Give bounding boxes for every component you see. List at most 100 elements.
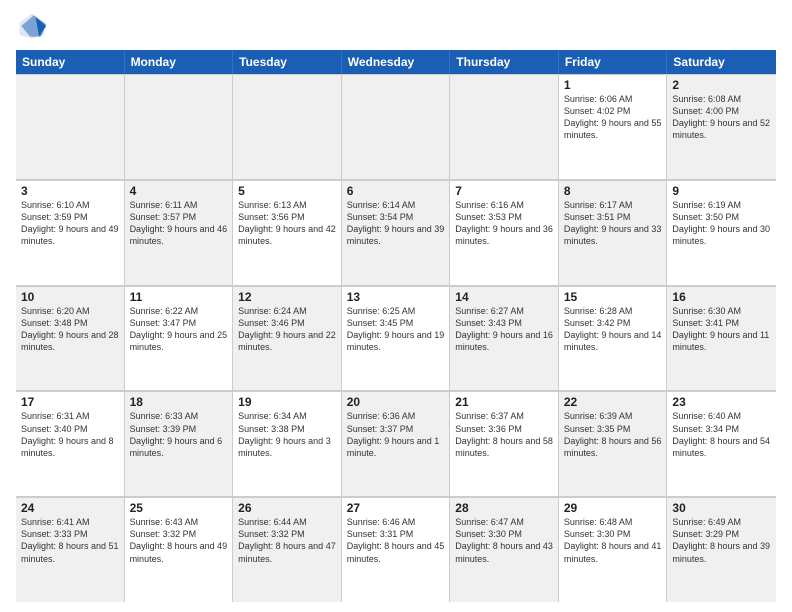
day-number: 1: [564, 78, 662, 92]
week-row-2: 3Sunrise: 6:10 AM Sunset: 3:59 PM Daylig…: [16, 180, 776, 286]
day-info: Sunrise: 6:30 AM Sunset: 3:41 PM Dayligh…: [672, 305, 771, 354]
day-info: Sunrise: 6:39 AM Sunset: 3:35 PM Dayligh…: [564, 410, 662, 459]
day-number: 12: [238, 290, 336, 304]
day-cell-27: 27Sunrise: 6:46 AM Sunset: 3:31 PM Dayli…: [342, 498, 451, 602]
day-info: Sunrise: 6:44 AM Sunset: 3:32 PM Dayligh…: [238, 516, 336, 565]
day-number: 23: [672, 395, 771, 409]
day-number: 18: [130, 395, 228, 409]
day-cell-empty: [125, 75, 234, 179]
day-cell-12: 12Sunrise: 6:24 AM Sunset: 3:46 PM Dayli…: [233, 287, 342, 391]
day-number: 5: [238, 184, 336, 198]
day-cell-19: 19Sunrise: 6:34 AM Sunset: 3:38 PM Dayli…: [233, 392, 342, 496]
day-info: Sunrise: 6:41 AM Sunset: 3:33 PM Dayligh…: [21, 516, 119, 565]
logo-icon: [16, 10, 48, 42]
day-cell-13: 13Sunrise: 6:25 AM Sunset: 3:45 PM Dayli…: [342, 287, 451, 391]
day-header-saturday: Saturday: [667, 50, 776, 74]
day-number: 2: [672, 78, 771, 92]
day-number: 28: [455, 501, 553, 515]
day-number: 25: [130, 501, 228, 515]
calendar-header: SundayMondayTuesdayWednesdayThursdayFrid…: [16, 50, 776, 74]
day-header-monday: Monday: [125, 50, 234, 74]
day-number: 27: [347, 501, 445, 515]
page: SundayMondayTuesdayWednesdayThursdayFrid…: [0, 0, 792, 612]
day-number: 20: [347, 395, 445, 409]
day-cell-26: 26Sunrise: 6:44 AM Sunset: 3:32 PM Dayli…: [233, 498, 342, 602]
day-info: Sunrise: 6:36 AM Sunset: 3:37 PM Dayligh…: [347, 410, 445, 459]
day-number: 22: [564, 395, 662, 409]
day-header-friday: Friday: [559, 50, 668, 74]
week-row-4: 17Sunrise: 6:31 AM Sunset: 3:40 PM Dayli…: [16, 391, 776, 497]
day-info: Sunrise: 6:40 AM Sunset: 3:34 PM Dayligh…: [672, 410, 771, 459]
day-cell-30: 30Sunrise: 6:49 AM Sunset: 3:29 PM Dayli…: [667, 498, 776, 602]
day-info: Sunrise: 6:28 AM Sunset: 3:42 PM Dayligh…: [564, 305, 662, 354]
day-cell-20: 20Sunrise: 6:36 AM Sunset: 3:37 PM Dayli…: [342, 392, 451, 496]
day-cell-10: 10Sunrise: 6:20 AM Sunset: 3:48 PM Dayli…: [16, 287, 125, 391]
day-cell-14: 14Sunrise: 6:27 AM Sunset: 3:43 PM Dayli…: [450, 287, 559, 391]
day-info: Sunrise: 6:27 AM Sunset: 3:43 PM Dayligh…: [455, 305, 553, 354]
day-info: Sunrise: 6:17 AM Sunset: 3:51 PM Dayligh…: [564, 199, 662, 248]
day-number: 3: [21, 184, 119, 198]
day-cell-29: 29Sunrise: 6:48 AM Sunset: 3:30 PM Dayli…: [559, 498, 668, 602]
day-cell-24: 24Sunrise: 6:41 AM Sunset: 3:33 PM Dayli…: [16, 498, 125, 602]
day-cell-17: 17Sunrise: 6:31 AM Sunset: 3:40 PM Dayli…: [16, 392, 125, 496]
day-header-sunday: Sunday: [16, 50, 125, 74]
day-info: Sunrise: 6:08 AM Sunset: 4:00 PM Dayligh…: [672, 93, 771, 142]
logo: [16, 10, 52, 42]
day-cell-3: 3Sunrise: 6:10 AM Sunset: 3:59 PM Daylig…: [16, 181, 125, 285]
day-number: 10: [21, 290, 119, 304]
day-cell-8: 8Sunrise: 6:17 AM Sunset: 3:51 PM Daylig…: [559, 181, 668, 285]
calendar: SundayMondayTuesdayWednesdayThursdayFrid…: [16, 50, 776, 602]
day-number: 11: [130, 290, 228, 304]
day-number: 13: [347, 290, 445, 304]
day-cell-9: 9Sunrise: 6:19 AM Sunset: 3:50 PM Daylig…: [667, 181, 776, 285]
day-number: 6: [347, 184, 445, 198]
day-info: Sunrise: 6:20 AM Sunset: 3:48 PM Dayligh…: [21, 305, 119, 354]
day-number: 21: [455, 395, 553, 409]
day-number: 19: [238, 395, 336, 409]
day-info: Sunrise: 6:16 AM Sunset: 3:53 PM Dayligh…: [455, 199, 553, 248]
day-number: 9: [672, 184, 771, 198]
day-info: Sunrise: 6:10 AM Sunset: 3:59 PM Dayligh…: [21, 199, 119, 248]
day-number: 26: [238, 501, 336, 515]
day-cell-16: 16Sunrise: 6:30 AM Sunset: 3:41 PM Dayli…: [667, 287, 776, 391]
day-cell-empty: [342, 75, 451, 179]
day-info: Sunrise: 6:24 AM Sunset: 3:46 PM Dayligh…: [238, 305, 336, 354]
day-info: Sunrise: 6:34 AM Sunset: 3:38 PM Dayligh…: [238, 410, 336, 459]
day-header-tuesday: Tuesday: [233, 50, 342, 74]
day-cell-25: 25Sunrise: 6:43 AM Sunset: 3:32 PM Dayli…: [125, 498, 234, 602]
day-cell-22: 22Sunrise: 6:39 AM Sunset: 3:35 PM Dayli…: [559, 392, 668, 496]
day-cell-15: 15Sunrise: 6:28 AM Sunset: 3:42 PM Dayli…: [559, 287, 668, 391]
week-row-3: 10Sunrise: 6:20 AM Sunset: 3:48 PM Dayli…: [16, 286, 776, 392]
calendar-body: 1Sunrise: 6:06 AM Sunset: 4:02 PM Daylig…: [16, 74, 776, 602]
day-info: Sunrise: 6:46 AM Sunset: 3:31 PM Dayligh…: [347, 516, 445, 565]
day-header-wednesday: Wednesday: [342, 50, 451, 74]
day-cell-21: 21Sunrise: 6:37 AM Sunset: 3:36 PM Dayli…: [450, 392, 559, 496]
day-cell-empty: [16, 75, 125, 179]
day-number: 15: [564, 290, 662, 304]
day-cell-23: 23Sunrise: 6:40 AM Sunset: 3:34 PM Dayli…: [667, 392, 776, 496]
day-info: Sunrise: 6:13 AM Sunset: 3:56 PM Dayligh…: [238, 199, 336, 248]
day-cell-7: 7Sunrise: 6:16 AM Sunset: 3:53 PM Daylig…: [450, 181, 559, 285]
day-cell-28: 28Sunrise: 6:47 AM Sunset: 3:30 PM Dayli…: [450, 498, 559, 602]
day-info: Sunrise: 6:37 AM Sunset: 3:36 PM Dayligh…: [455, 410, 553, 459]
day-cell-empty: [233, 75, 342, 179]
day-number: 7: [455, 184, 553, 198]
day-info: Sunrise: 6:31 AM Sunset: 3:40 PM Dayligh…: [21, 410, 119, 459]
day-number: 4: [130, 184, 228, 198]
day-info: Sunrise: 6:06 AM Sunset: 4:02 PM Dayligh…: [564, 93, 662, 142]
day-number: 17: [21, 395, 119, 409]
day-info: Sunrise: 6:33 AM Sunset: 3:39 PM Dayligh…: [130, 410, 228, 459]
day-number: 14: [455, 290, 553, 304]
day-info: Sunrise: 6:43 AM Sunset: 3:32 PM Dayligh…: [130, 516, 228, 565]
day-info: Sunrise: 6:14 AM Sunset: 3:54 PM Dayligh…: [347, 199, 445, 248]
header: [16, 10, 776, 42]
day-info: Sunrise: 6:25 AM Sunset: 3:45 PM Dayligh…: [347, 305, 445, 354]
day-info: Sunrise: 6:22 AM Sunset: 3:47 PM Dayligh…: [130, 305, 228, 354]
day-cell-6: 6Sunrise: 6:14 AM Sunset: 3:54 PM Daylig…: [342, 181, 451, 285]
day-info: Sunrise: 6:47 AM Sunset: 3:30 PM Dayligh…: [455, 516, 553, 565]
day-info: Sunrise: 6:19 AM Sunset: 3:50 PM Dayligh…: [672, 199, 771, 248]
week-row-5: 24Sunrise: 6:41 AM Sunset: 3:33 PM Dayli…: [16, 497, 776, 602]
day-number: 8: [564, 184, 662, 198]
day-info: Sunrise: 6:48 AM Sunset: 3:30 PM Dayligh…: [564, 516, 662, 565]
day-cell-5: 5Sunrise: 6:13 AM Sunset: 3:56 PM Daylig…: [233, 181, 342, 285]
